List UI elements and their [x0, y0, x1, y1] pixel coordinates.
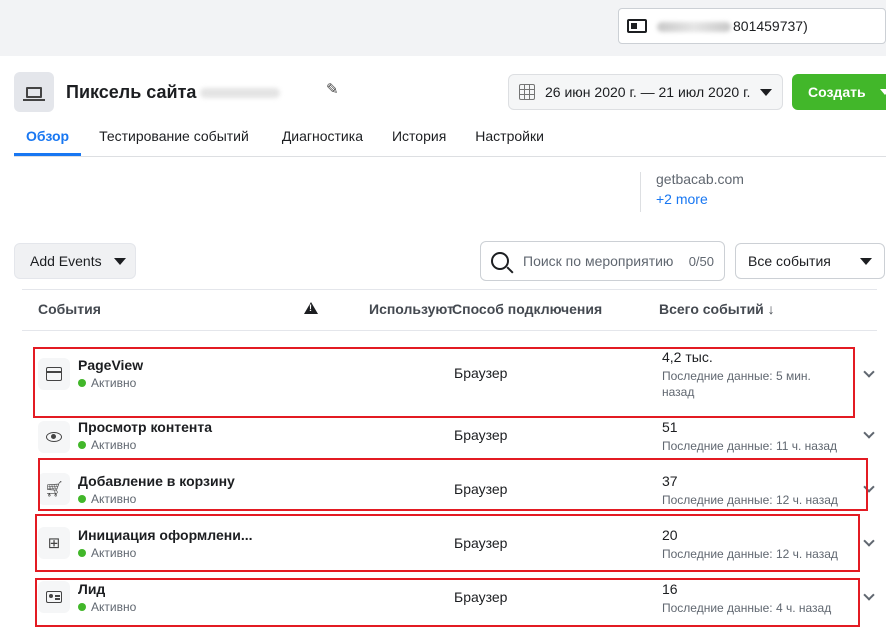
event-status: Активно — [78, 438, 136, 452]
event-total: 51 — [662, 419, 678, 435]
tab-settings[interactable]: Настройки — [458, 122, 556, 156]
account-id: 801459737) — [733, 18, 808, 34]
column-header-used[interactable]: Используют — [369, 301, 454, 317]
create-button[interactable]: Создать — [792, 74, 886, 110]
chevron-down-icon[interactable] — [863, 535, 875, 547]
column-header-connection[interactable]: Способ подключения — [452, 301, 602, 317]
chevron-down-icon[interactable] — [863, 589, 875, 601]
search-icon — [491, 252, 509, 270]
tab-bar: Обзор Тестирование событий Диагностика И… — [14, 122, 556, 156]
date-range-text: 26 июн 2020 г. — 21 июл 2020 г. — [545, 84, 751, 100]
page-title: Пиксель сайта — [66, 82, 197, 102]
tab-test-events[interactable]: Тестирование событий — [81, 122, 261, 156]
event-last-data: Последние данные: 11 ч. назад — [662, 439, 838, 453]
table-header-divider — [22, 330, 877, 331]
chevron-down-icon — [113, 257, 126, 265]
event-connection: Браузер — [454, 427, 508, 443]
events-filter-dropdown[interactable]: Все события — [735, 243, 885, 279]
laptop-icon — [23, 86, 45, 101]
chevron-down-icon — [760, 88, 772, 96]
ad-account-icon — [627, 19, 647, 33]
table-top-divider — [22, 289, 877, 290]
search-char-count: 0/50 — [688, 253, 714, 269]
column-header-total[interactable]: Всего событий ↓ — [659, 301, 775, 317]
highlight-box — [35, 514, 860, 572]
date-range-picker[interactable]: 26 июн 2020 г. — 21 июл 2020 г. — [508, 74, 783, 110]
active-dot-icon — [78, 441, 86, 449]
chevron-down-icon — [860, 257, 872, 265]
tab-overview[interactable]: Обзор — [14, 122, 82, 156]
chevron-down-icon[interactable] — [863, 366, 875, 378]
highlight-box — [38, 458, 868, 511]
tab-diagnostics[interactable]: Диагностика — [261, 122, 375, 156]
top-bar: 801459737) — [0, 0, 886, 56]
domain-primary: getbacab.com — [656, 171, 744, 187]
event-search: 0/50 — [480, 241, 725, 281]
account-selector[interactable]: 801459737) — [618, 8, 886, 44]
pixel-icon — [14, 72, 54, 112]
column-header-events[interactable]: События — [38, 301, 101, 317]
redacted-site-name — [200, 88, 280, 98]
tabs-divider — [14, 156, 886, 157]
event-name: Просмотр контента — [78, 419, 213, 435]
edit-pencil-icon[interactable]: ✎ — [326, 80, 339, 98]
chevron-down-icon[interactable] — [863, 427, 875, 439]
calendar-icon — [519, 84, 535, 100]
highlight-box — [35, 578, 860, 627]
chevron-down-icon — [879, 89, 886, 95]
tab-history[interactable]: История — [375, 122, 458, 156]
search-input[interactable] — [523, 253, 673, 269]
warning-icon[interactable] — [304, 302, 318, 314]
highlight-box — [33, 347, 855, 418]
redacted-account-name — [657, 22, 731, 33]
add-events-button[interactable]: Add Events — [14, 243, 136, 279]
pixel-header: Пиксель сайта ✎ 26 июн 2020 г. — 21 июл … — [0, 56, 886, 160]
create-button-label: Создать — [808, 84, 866, 100]
eye-icon — [38, 421, 70, 453]
table-row[interactable]: Просмотр контента Активно Браузер 51 Пос… — [22, 418, 886, 458]
domains-divider — [640, 172, 641, 212]
add-events-label: Add Events — [30, 253, 102, 269]
filter-label: Все события — [748, 253, 831, 269]
domains-more-link[interactable]: +2 more — [656, 191, 708, 207]
